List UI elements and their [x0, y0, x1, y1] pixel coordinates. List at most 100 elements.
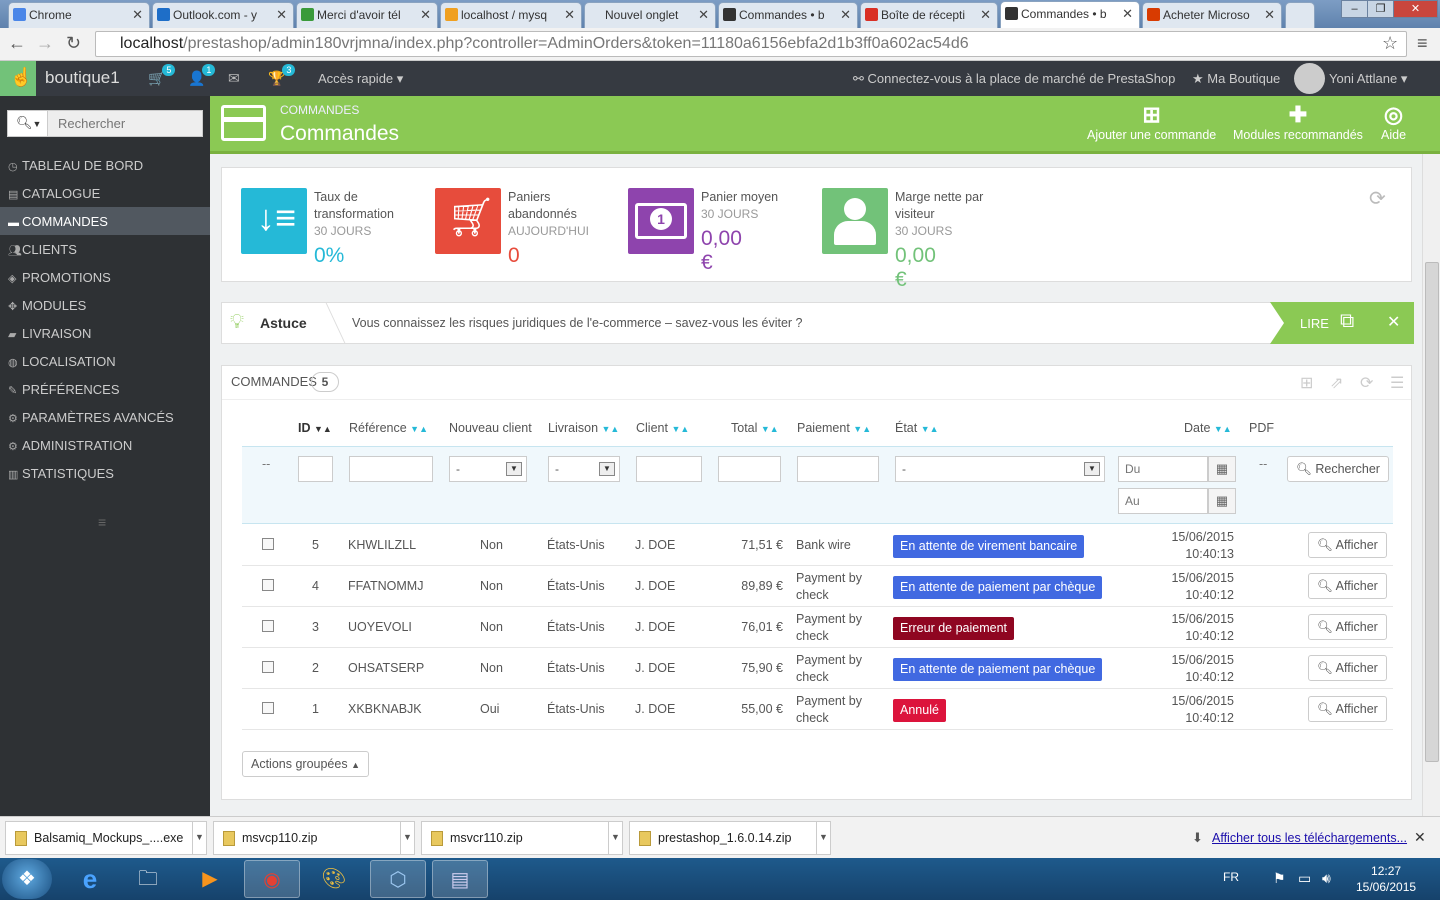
- recommended-modules-button[interactable]: ✚ Modules recommandés: [1233, 102, 1363, 142]
- sort-icon[interactable]: ▼▲: [761, 424, 779, 434]
- browser-tab-active[interactable]: Commandes • b ✕: [1000, 1, 1140, 28]
- filter-client-input[interactable]: [636, 456, 702, 482]
- add-order-button[interactable]: ⊞ Ajouter une commande: [1087, 102, 1216, 142]
- sort-icon[interactable]: ▼▲: [314, 424, 332, 434]
- network-icon[interactable]: ▭: [1298, 870, 1311, 887]
- sort-icon[interactable]: ▼▲: [602, 424, 620, 434]
- row-checkbox[interactable]: [262, 538, 274, 550]
- bookmark-star-icon[interactable]: ☆: [1382, 33, 1398, 54]
- show-all-downloads-link[interactable]: Afficher tous les téléchargements...: [1212, 831, 1407, 845]
- document-app-icon[interactable]: ▤: [432, 860, 488, 898]
- paint-icon[interactable]: 🎨︎: [306, 860, 362, 898]
- row-checkbox[interactable]: [262, 702, 274, 714]
- sort-icon[interactable]: ▼▲: [921, 424, 939, 434]
- chevron-down-icon[interactable]: ▼: [816, 822, 830, 854]
- calendar-icon[interactable]: ▦: [1208, 456, 1236, 482]
- minimize-icon[interactable]: –: [1341, 0, 1368, 18]
- sidebar-item-preferences[interactable]: ✎ PRÉFÉRENCES: [0, 375, 210, 403]
- column-header-delivery[interactable]: Livraison ▼▲: [548, 421, 619, 435]
- bulk-actions-button[interactable]: Actions groupées ▲: [242, 751, 369, 777]
- media-player-icon[interactable]: ▶: [182, 860, 238, 898]
- start-button[interactable]: ❖: [2, 859, 52, 899]
- browser-tab[interactable]: Acheter Microso ✕: [1142, 2, 1282, 28]
- filter-new-client-select[interactable]: - ▼: [449, 456, 527, 482]
- sort-icon[interactable]: ▼▲: [853, 424, 871, 434]
- clock[interactable]: 12:27 15/06/2015: [1356, 863, 1416, 895]
- column-header-state[interactable]: État ▼▲: [895, 421, 939, 435]
- sql-manager-icon[interactable]: ☰: [1390, 373, 1404, 393]
- sidebar-item-dashboard[interactable]: ◷ TABLEAU DE BORD: [0, 151, 210, 179]
- action-center-icon[interactable]: ⚑: [1273, 870, 1286, 887]
- trophy-icon[interactable]: 🏆 3: [268, 64, 296, 87]
- messages-icon[interactable]: ✉: [228, 70, 240, 87]
- chevron-down-icon[interactable]: ▼: [192, 822, 206, 854]
- browser-tab[interactable]: Boîte de récepti ✕: [860, 2, 998, 28]
- search-input[interactable]: [50, 111, 202, 136]
- row-checkbox[interactable]: [262, 661, 274, 673]
- column-header-total[interactable]: Total ▼▲: [731, 421, 779, 435]
- my-shop-link[interactable]: ★ Ma Boutique: [1192, 71, 1280, 87]
- close-downloads-icon[interactable]: ✕: [1414, 829, 1426, 846]
- table-row[interactable]: 5 KHWLILZLL Non États-Unis J. DOE 71,51 …: [242, 525, 1393, 566]
- browser-tab[interactable]: Chrome ✕: [8, 2, 150, 28]
- chevron-down-icon[interactable]: ▼: [400, 822, 414, 854]
- collapse-sidebar-icon[interactable]: ≡: [98, 514, 106, 530]
- sort-icon[interactable]: ▼▲: [1214, 424, 1232, 434]
- language-indicator[interactable]: FR: [1223, 870, 1239, 884]
- filter-id-input[interactable]: [298, 456, 333, 482]
- browser-tab[interactable]: Nouvel onglet ✕: [584, 2, 716, 28]
- sidebar-item-modules[interactable]: ✥ MODULES: [0, 291, 210, 319]
- close-tab-icon[interactable]: ✕: [840, 7, 851, 23]
- sort-icon[interactable]: ▼▲: [671, 424, 689, 434]
- column-header-payment[interactable]: Paiement ▼▲: [797, 421, 871, 435]
- marketplace-link[interactable]: ⚯ Connectez-vous à la place de marché de…: [853, 71, 1175, 87]
- close-tab-icon[interactable]: ✕: [564, 7, 575, 23]
- filter-payment-input[interactable]: [797, 456, 879, 482]
- prestashop-logo[interactable]: ☝: [0, 61, 36, 96]
- close-tab-icon[interactable]: ✕: [276, 7, 287, 23]
- close-icon[interactable]: ✕: [1387, 312, 1400, 332]
- sidebar-item-advanced[interactable]: ⚙ PARAMÈTRES AVANCÉS: [0, 403, 210, 431]
- view-order-button[interactable]: 🔍︎ Afficher: [1308, 655, 1387, 681]
- column-header-date[interactable]: Date ▼▲: [1184, 421, 1232, 435]
- close-tab-icon[interactable]: ✕: [132, 7, 143, 23]
- quick-access-menu[interactable]: Accès rapide ▾: [318, 71, 403, 87]
- sidebar-item-administration[interactable]: ⚙ ADMINISTRATION: [0, 431, 210, 459]
- sidebar-item-catalog[interactable]: ▤ CATALOGUE: [0, 179, 210, 207]
- reload-icon[interactable]: ↻: [66, 33, 81, 54]
- maximize-icon[interactable]: ❐: [1367, 0, 1394, 18]
- avatar[interactable]: [1294, 63, 1325, 94]
- download-item[interactable]: Balsamiq_Mockups_....exe ▼: [5, 821, 207, 855]
- sidebar-item-shipping[interactable]: ▰ LIVRAISON: [0, 319, 210, 347]
- table-row[interactable]: 2 OHSATSERP Non États-Unis J. DOE 75,90 …: [242, 648, 1393, 689]
- filter-total-input[interactable]: [718, 456, 781, 482]
- row-checkbox[interactable]: [262, 620, 274, 632]
- user-menu[interactable]: Yoni Attlane ▾: [1329, 71, 1407, 87]
- close-tab-icon[interactable]: ✕: [420, 7, 431, 23]
- chrome-menu-icon[interactable]: ≡: [1417, 33, 1428, 54]
- shop-name[interactable]: boutique1: [45, 68, 120, 88]
- sidebar-item-customers[interactable]: 👥︎CLIENTS: [0, 235, 210, 263]
- close-tab-icon[interactable]: ✕: [1122, 6, 1133, 22]
- back-icon[interactable]: ←: [8, 33, 26, 54]
- table-row[interactable]: 1 XKBKNABJK Oui États-Unis J. DOE 55,00 …: [242, 689, 1393, 730]
- virtualbox-icon[interactable]: ⬡: [370, 860, 426, 898]
- column-header-id[interactable]: ID ▼▲: [298, 421, 332, 435]
- view-order-button[interactable]: 🔍︎ Afficher: [1308, 696, 1387, 722]
- breadcrumb[interactable]: COMMANDES: [280, 103, 359, 117]
- customers-icon[interactable]: 👤 1: [188, 64, 216, 87]
- table-row[interactable]: 4 FFATNOMMJ Non États-Unis J. DOE 89,89 …: [242, 566, 1393, 607]
- close-tab-icon[interactable]: ✕: [980, 7, 991, 23]
- url-input[interactable]: localhost/prestashop/admin180vrjmna/inde…: [95, 31, 1407, 57]
- help-button[interactable]: ◎ Aide: [1381, 102, 1406, 142]
- view-order-button[interactable]: 🔍︎ Afficher: [1308, 573, 1387, 599]
- close-tab-icon[interactable]: ✕: [1264, 7, 1275, 23]
- browser-tab[interactable]: localhost / mysq ✕: [440, 2, 582, 28]
- sidebar-item-localization[interactable]: ◍ LOCALISATION: [0, 347, 210, 375]
- browser-tab[interactable]: Merci d'avoir tél ✕: [296, 2, 438, 28]
- sidebar-item-statistics[interactable]: ▥ STATISTIQUES: [0, 459, 210, 487]
- close-window-icon[interactable]: ✕: [1393, 0, 1438, 18]
- browser-tab[interactable]: Outlook.com - y ✕: [152, 2, 294, 28]
- refresh-icon[interactable]: ⟳: [1369, 186, 1386, 211]
- scrollbar-thumb[interactable]: [1425, 262, 1439, 762]
